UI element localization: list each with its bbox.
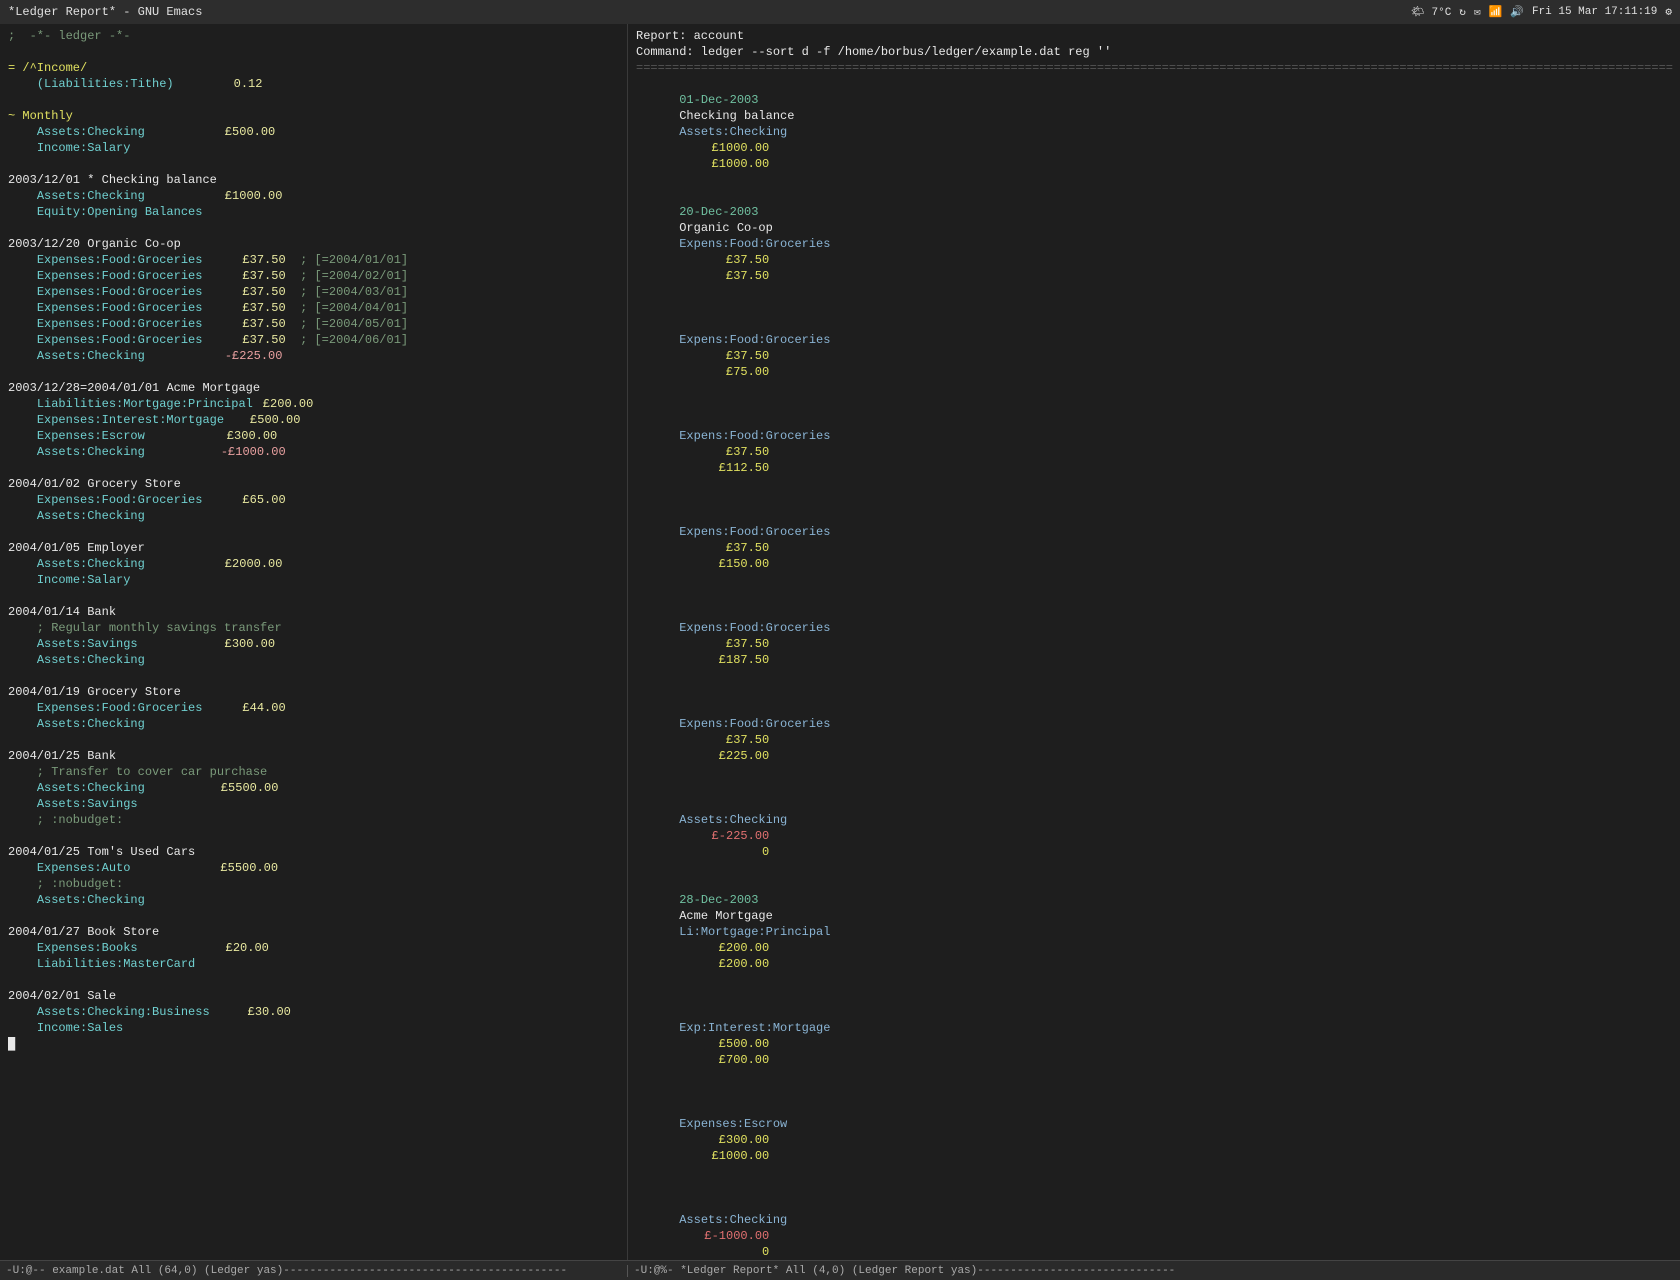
table-row: Expenses:Escrow £300.00 £1000.00 — [636, 1084, 1672, 1180]
status-left: -U:@-- example.dat All (64,0) (Ledger ya… — [0, 1265, 628, 1277]
ledger-comment: ; -*- ledger -*- — [8, 28, 619, 44]
table-row: Expens:Food:Groceries £37.50 £75.00 — [636, 300, 1672, 396]
table-row: Expens:Food:Groceries £37.50 £225.00 — [636, 684, 1672, 780]
report-divider: ========================================… — [636, 60, 1672, 76]
table-row: 01-Dec-2003 Checking balance Assets:Chec… — [636, 76, 1672, 188]
weather: 🌤 7°C — [1411, 5, 1451, 19]
tithe-account: (Liabilities:Tithe) — [37, 77, 174, 91]
right-pane: Report: account Command: ledger --sort d… — [628, 24, 1680, 1260]
left-pane[interactable]: ; -*- ledger -*- = /^Income/ (Liabilitie… — [0, 24, 628, 1260]
table-row: Exp:Interest:Mortgage £500.00 £700.00 — [636, 988, 1672, 1084]
table-row: Expens:Food:Groceries £37.50 £112.50 — [636, 396, 1672, 492]
volume-icon[interactable]: 🔊 — [1510, 5, 1524, 19]
status-right: -U:@%- *Ledger Report* All (4,0) (Ledger… — [628, 1265, 1680, 1277]
table-row: 20-Dec-2003 Organic Co-op Expens:Food:Gr… — [636, 188, 1672, 300]
report-label: Report: account — [636, 28, 1672, 44]
app-title: *Ledger Report* - GNU Emacs — [8, 5, 202, 19]
income-header: = /^Income/ — [8, 61, 87, 75]
settings-icon[interactable]: ⚙ — [1665, 5, 1672, 19]
status-bar: -U:@-- example.dat All (64,0) (Ledger ya… — [0, 1260, 1680, 1280]
table-row: Assets:Checking £-1000.00 0 — [636, 1180, 1672, 1260]
datetime: Fri 15 Mar 17:11:19 — [1532, 6, 1657, 18]
monthly-header: ~ Monthly — [8, 109, 73, 123]
signal-icon: 📶 — [1489, 5, 1503, 19]
table-row: 28-Dec-2003 Acme Mortgage Li:Mortgage:Pr… — [636, 876, 1672, 988]
command-line: Command: ledger --sort d -f /home/borbus… — [636, 44, 1672, 60]
main-content: ; -*- ledger -*- = /^Income/ (Liabilitie… — [0, 24, 1680, 1260]
title-bar: *Ledger Report* - GNU Emacs 🌤 7°C ↻ ✉ 📶 … — [0, 0, 1680, 24]
table-row: Expens:Food:Groceries £37.50 £150.00 — [636, 492, 1672, 588]
table-row: Expens:Food:Groceries £37.50 £187.50 — [636, 588, 1672, 684]
email-icon[interactable]: ✉ — [1474, 5, 1481, 19]
refresh-icon[interactable]: ↻ — [1459, 5, 1466, 19]
table-row: Assets:Checking £-225.00 0 — [636, 780, 1672, 876]
